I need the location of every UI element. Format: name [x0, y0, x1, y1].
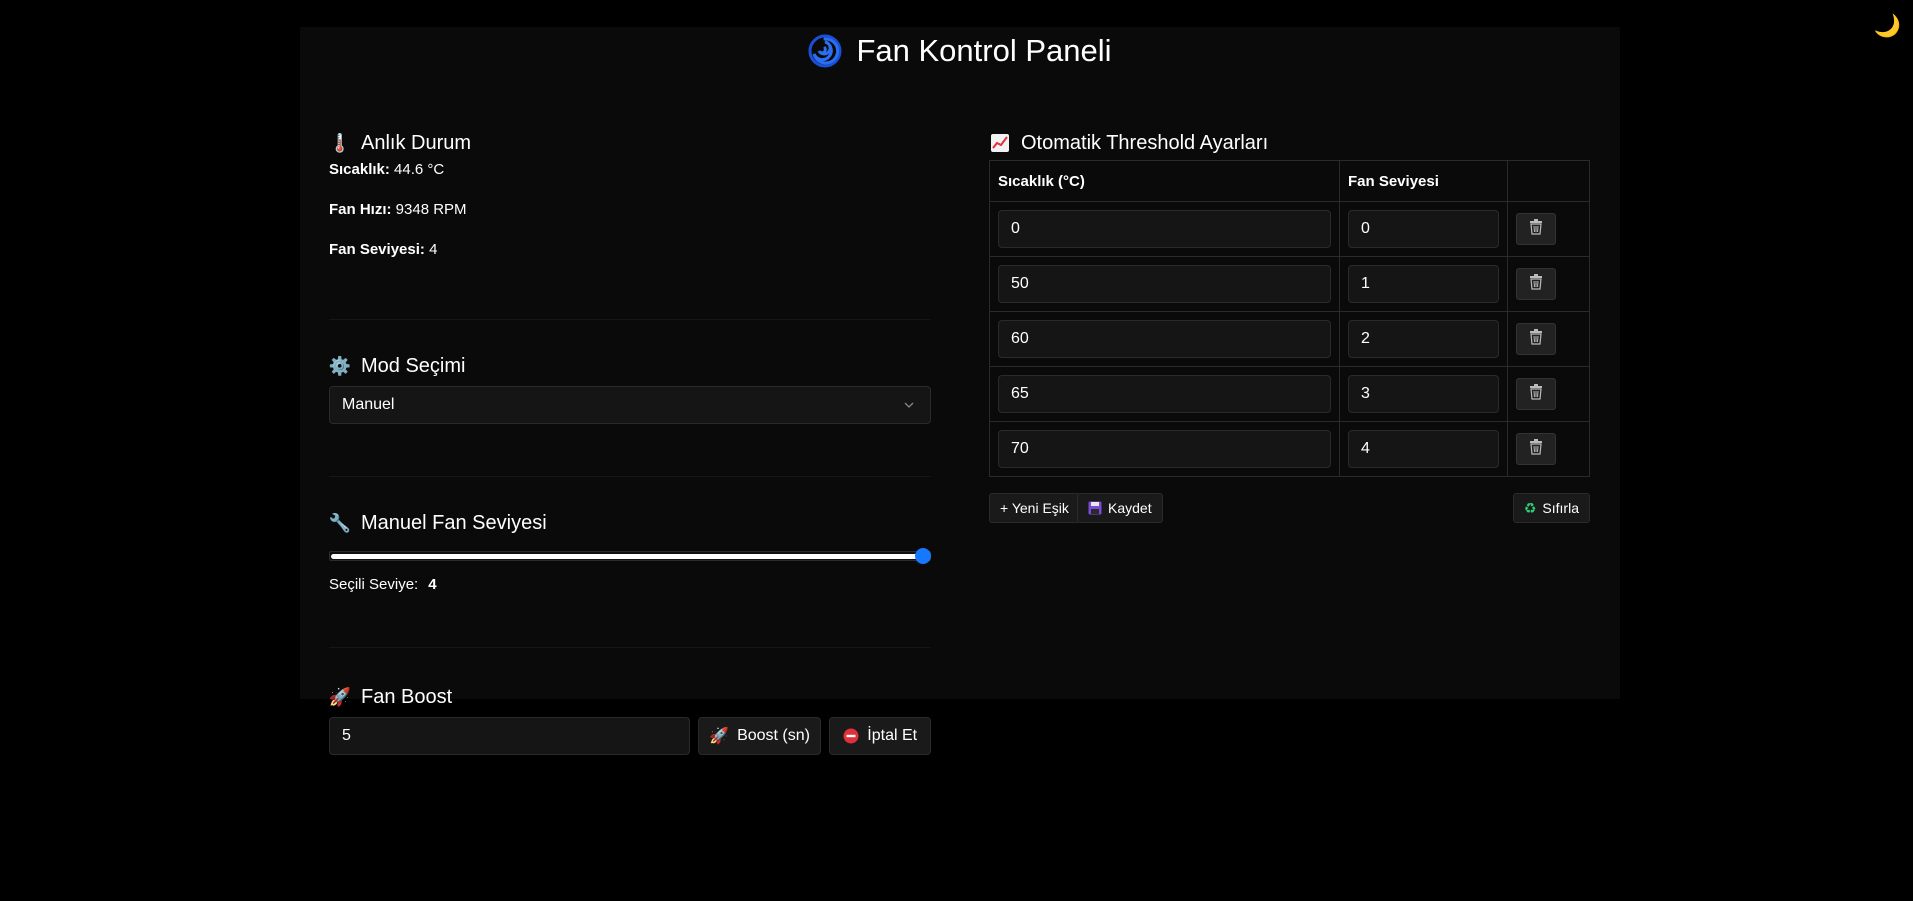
temperature-line: Sıcaklık: 44.6 °C [329, 160, 931, 180]
fan-speed-value: 9348 RPM [395, 201, 467, 218]
mode-selected-value: Manuel [342, 396, 395, 413]
threshold-temp-input[interactable]: 65 [998, 375, 1331, 413]
threshold-temp-input[interactable]: 0 [998, 210, 1331, 248]
threshold-level-input[interactable]: 1 [1348, 265, 1499, 303]
threshold-level-input[interactable]: 2 [1348, 320, 1499, 358]
manual-section: 🔧 Manuel Fan Seviyesi Seçili Seviye: 4 [329, 509, 931, 648]
wrench-icon: 🔧 [328, 512, 352, 533]
threshold-level-value: 4 [1361, 440, 1370, 457]
trash-icon [1529, 218, 1543, 240]
delete-row-button[interactable] [1516, 268, 1556, 300]
chart-increasing-icon [989, 132, 1011, 154]
section-title: Mod Seçimi [361, 354, 466, 377]
section-title: Fan Boost [361, 685, 453, 708]
mode-section: ⚙️ Mod Seçimi Manuel [329, 352, 931, 477]
delete-row-button[interactable] [1516, 213, 1556, 245]
boost-button-label: Boost (sn) [737, 727, 810, 744]
gear-icon: ⚙️ [328, 355, 352, 376]
delete-row-button[interactable] [1516, 378, 1556, 410]
rocket-icon: 🚀 [328, 686, 352, 707]
status-section: 🌡️ Anlık Durum Sıcaklık: 44.6 °C Fan Hız… [329, 129, 931, 320]
delete-row-button[interactable] [1516, 323, 1556, 355]
boost-section: 🚀 Fan Boost 5 🚀 Boost (sn) İptal Et [328, 683, 932, 755]
temperature-value: 44.6 °C [394, 161, 445, 178]
threshold-temp-input[interactable]: 60 [998, 320, 1331, 358]
column-header-fan-level: Fan Seviyesi [1339, 160, 1508, 202]
fan-level-label: Fan Seviyesi: [329, 241, 425, 258]
add-threshold-label: + Yeni Eşik [1000, 500, 1069, 516]
threshold-level-value: 2 [1361, 330, 1370, 347]
fan-speed-line: Fan Hızı: 9348 RPM [329, 200, 931, 220]
reset-button-label: Sıfırla [1542, 500, 1579, 516]
threshold-temp-value: 0 [1011, 220, 1020, 237]
floppy-disk-icon [1088, 501, 1102, 515]
cancel-boost-button[interactable]: İptal Et [829, 717, 932, 755]
threshold-temp-value: 50 [1011, 275, 1029, 292]
threshold-level-value: 3 [1361, 385, 1370, 402]
moon-icon[interactable]: 🌙 [1874, 12, 1901, 40]
selected-level-label: Seçili Seviye: [329, 576, 419, 593]
trash-icon [1529, 438, 1543, 460]
table-row: 60 2 [989, 311, 1590, 367]
fan-level-value: 4 [429, 241, 438, 258]
chevron-down-icon [904, 402, 914, 408]
mode-select[interactable]: Manuel [329, 386, 931, 424]
page-title: Fan Kontrol Paneli [856, 33, 1112, 68]
trash-icon [1529, 383, 1543, 405]
threshold-level-value: 0 [1361, 220, 1370, 237]
threshold-temp-value: 60 [1011, 330, 1029, 347]
fan-level-slider[interactable] [329, 545, 931, 567]
boost-button[interactable]: 🚀 Boost (sn) [697, 717, 822, 755]
selected-level-line: Seçili Seviye: 4 [329, 575, 931, 595]
table-row: 70 4 [989, 421, 1590, 477]
threshold-section: Otomatik Threshold Ayarları Sıcaklık (°C… [989, 105, 1590, 525]
threshold-level-input[interactable]: 4 [1348, 430, 1499, 468]
table-row: 0 0 [989, 201, 1590, 257]
threshold-level-input[interactable]: 0 [1348, 210, 1499, 248]
threshold-level-input[interactable]: 3 [1348, 375, 1499, 413]
table-row: 50 1 [989, 256, 1590, 312]
threshold-actions: + Yeni Eşik Kaydet ♻ Sıfırla [989, 493, 1590, 525]
threshold-level-value: 1 [1361, 275, 1370, 292]
page-header: Fan Kontrol Paneli [300, 27, 1620, 75]
save-button-label: Kaydet [1108, 500, 1152, 516]
temperature-label: Sıcaklık: [329, 161, 390, 178]
boost-seconds-value: 5 [342, 727, 351, 744]
fan-level-line: Fan Seviyesi: 4 [329, 240, 931, 260]
threshold-temp-input[interactable]: 70 [998, 430, 1331, 468]
table-row: 65 3 [989, 366, 1590, 422]
fan-speed-label: Fan Hızı: [329, 201, 392, 218]
threshold-temp-value: 70 [1011, 440, 1029, 457]
selected-level-value: 4 [428, 576, 437, 593]
recycle-icon: ♻ [1523, 499, 1537, 516]
threshold-table: Sıcaklık (°C) Fan Seviyesi 0 0 50 1 60 2… [989, 160, 1590, 477]
slider-fill [331, 554, 923, 559]
save-button[interactable]: Kaydet [1077, 493, 1163, 523]
column-header-actions [1507, 160, 1590, 202]
section-title: Manuel Fan Seviyesi [361, 511, 547, 534]
threshold-temp-value: 65 [1011, 385, 1029, 402]
reset-button[interactable]: ♻ Sıfırla [1512, 493, 1590, 523]
rocket-icon: 🚀 [709, 728, 730, 745]
section-title: Anlık Durum [361, 131, 472, 154]
boost-seconds-input[interactable]: 5 [329, 717, 690, 755]
section-title: Otomatik Threshold Ayarları [1021, 131, 1269, 154]
table-header-row: Sıcaklık (°C) Fan Seviyesi [989, 160, 1590, 202]
trash-icon [1529, 273, 1543, 295]
column-header-temperature: Sıcaklık (°C) [989, 160, 1340, 202]
threshold-temp-input[interactable]: 50 [998, 265, 1331, 303]
delete-row-button[interactable] [1516, 433, 1556, 465]
cancel-boost-label: İptal Et [867, 727, 918, 744]
slider-thumb[interactable] [915, 548, 931, 564]
add-threshold-button[interactable]: + Yeni Eşik [989, 493, 1080, 523]
thermometer-icon: 🌡️ [328, 132, 352, 153]
main-panel: Fan Kontrol Paneli 🌡️ Anlık Durum Sıcakl… [300, 27, 1620, 755]
trash-icon [1529, 328, 1543, 350]
no-entry-icon [843, 728, 859, 744]
cyclone-icon [808, 34, 842, 68]
